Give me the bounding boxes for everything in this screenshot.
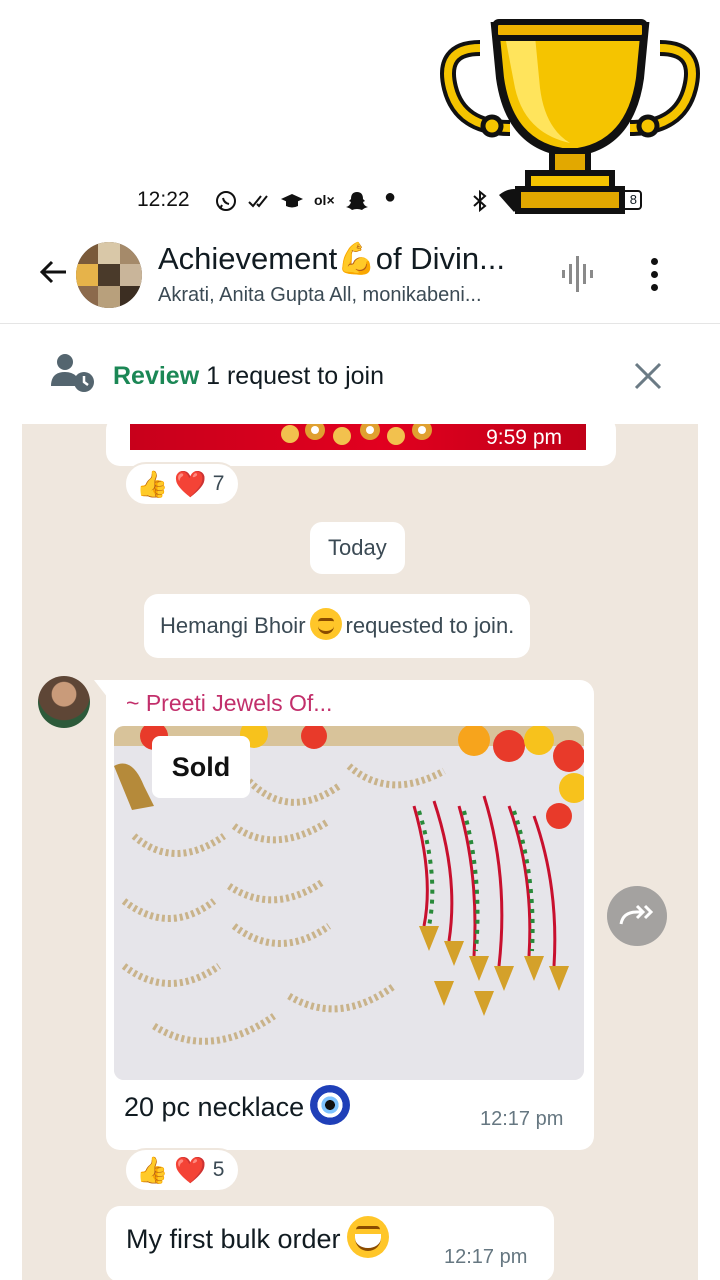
forward-icon[interactable] xyxy=(607,886,667,946)
trophy-icon xyxy=(440,19,700,214)
status-time: 12:22 xyxy=(137,188,190,211)
sold-tag: Sold xyxy=(152,736,250,798)
heart-icon: ❤️ xyxy=(174,1155,207,1185)
message-body: My first bulk order xyxy=(126,1224,341,1255)
thumbs-up-icon: 👍 xyxy=(136,469,169,499)
necklace-photo[interactable]: Sold xyxy=(114,726,584,1080)
review-link[interactable]: Review xyxy=(113,362,199,390)
join-request-text: Review 1 request to join xyxy=(113,362,384,391)
reactions-bar[interactable]: 👍 ❤️ 5 xyxy=(124,1148,241,1192)
dot-icon: ● xyxy=(384,186,397,208)
system-message-text: requested to join. xyxy=(345,613,515,638)
back-arrow-icon[interactable] xyxy=(36,254,72,290)
date-separator: Today xyxy=(310,522,405,574)
double-check-icon xyxy=(248,195,268,208)
join-request-banner[interactable]: Review 1 request to join xyxy=(0,330,720,422)
heart-icon: ❤️ xyxy=(174,469,207,499)
group-members[interactable]: Akrati, Anita Gupta All, monikabeni... xyxy=(158,284,482,307)
chat-area[interactable]: 9:59 pm 👍 ❤️ 7 Today Hemangi Bhoir reques… xyxy=(22,424,698,1280)
caption-text: 20 pc necklace xyxy=(124,1092,305,1122)
smiling-face-icon xyxy=(309,608,342,641)
message-time: 9:59 pm xyxy=(486,426,562,449)
requester-name: Hemangi Bhoir xyxy=(160,613,306,638)
whatsapp-icon xyxy=(216,191,236,211)
more-options-icon[interactable] xyxy=(648,258,662,294)
voice-chat-icon[interactable] xyxy=(560,254,596,294)
thumbs-up-icon: 👍 xyxy=(136,1155,169,1185)
message-time: 12:17 pm xyxy=(480,1108,564,1130)
grinning-face-icon xyxy=(346,1216,389,1258)
snapchat-icon xyxy=(346,192,368,210)
jewelry-decoration xyxy=(281,424,432,445)
nazar-amulet-icon xyxy=(310,1084,351,1125)
olx-icon: ol× xyxy=(314,192,335,208)
image-message-bubble[interactable]: ~ Preeti Jewels Of... Sold 20 pc necklac… xyxy=(106,680,594,1150)
message-caption: 20 pc necklace xyxy=(124,1084,351,1125)
graduation-cap-icon xyxy=(281,194,303,208)
close-icon[interactable] xyxy=(634,362,662,390)
message-time: 12:17 pm xyxy=(444,1246,528,1268)
system-message: Hemangi Bhoir requested to join. xyxy=(144,594,531,658)
previous-image-message[interactable]: 9:59 pm xyxy=(106,424,616,466)
group-avatar[interactable] xyxy=(76,242,142,308)
reactions-bar[interactable]: 👍 ❤️ 7 xyxy=(124,462,241,506)
group-title[interactable]: Achievement💪of Divin... xyxy=(158,240,505,277)
sender-name[interactable]: ~ Preeti Jewels Of... xyxy=(126,690,332,717)
reaction-count: 5 xyxy=(212,1158,225,1181)
sender-avatar[interactable] xyxy=(38,676,90,728)
message-text: My first bulk order xyxy=(126,1216,389,1258)
chat-header: Achievement💪of Divin... Akrati, Anita Gu… xyxy=(0,232,720,324)
previous-image[interactable]: 9:59 pm xyxy=(130,424,586,450)
reaction-count: 7 xyxy=(212,472,225,495)
pending-member-icon xyxy=(51,354,94,392)
request-count-text: 1 request to join xyxy=(206,362,385,390)
text-message-bubble[interactable]: My first bulk order 12:17 pm xyxy=(106,1206,554,1280)
